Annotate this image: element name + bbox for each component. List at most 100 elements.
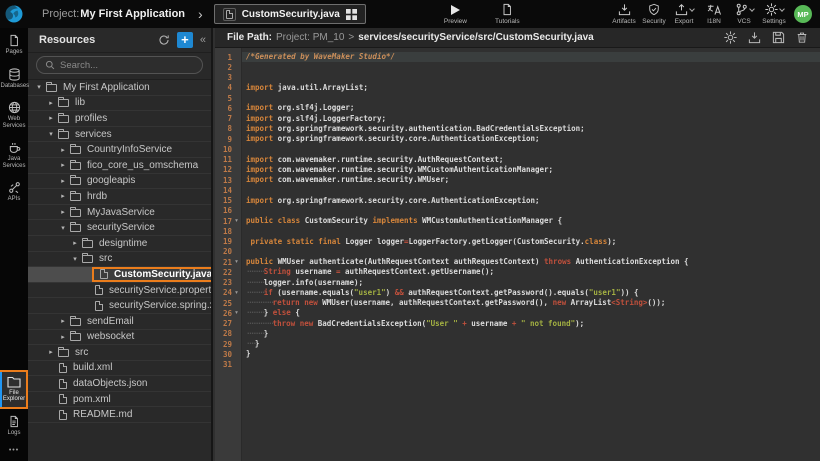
search-box[interactable]: [36, 56, 203, 74]
wavemaker-logo-icon[interactable]: [0, 0, 28, 28]
chevron-down-icon[interactable]: ▾: [46, 130, 56, 138]
code-line[interactable]: import com.wavemaker.runtime.security.Au…: [242, 155, 820, 165]
code-line[interactable]: [242, 73, 820, 83]
sidebar-item-file-explorer[interactable]: File Explorer: [0, 370, 28, 409]
add-resource-button[interactable]: +: [177, 32, 193, 48]
avatar[interactable]: MP: [794, 5, 812, 23]
code-line[interactable]: ········String username = authRequestCon…: [242, 267, 820, 277]
code-line[interactable]: import org.springframework.security.core…: [242, 134, 820, 144]
sidebar-item-apis[interactable]: APIs: [0, 175, 28, 209]
code-line[interactable]: public class CustomSecurity implements W…: [242, 216, 820, 226]
tree-item[interactable]: ▸CountryInfoService: [28, 142, 211, 158]
tree-item[interactable]: ▸profiles: [28, 111, 211, 127]
sidebar-item-web-services[interactable]: Web Services: [0, 95, 28, 135]
code-line[interactable]: import com.wavemaker.runtime.security.WM…: [242, 175, 820, 185]
code-line[interactable]: [242, 144, 820, 154]
code-line[interactable]: ········logger.info(username);: [242, 278, 820, 288]
tree-item[interactable]: ▸MyJavaService: [28, 205, 211, 221]
search-input[interactable]: [60, 60, 194, 71]
tree-item[interactable]: ▸src: [28, 345, 211, 361]
tree-item[interactable]: pom.xml: [28, 392, 211, 408]
sidebar-item-logs[interactable]: Logs: [0, 409, 28, 443]
chevron-right-icon[interactable]: ▸: [58, 177, 68, 185]
code-line[interactable]: }: [242, 349, 820, 359]
collapse-panel-icon[interactable]: «: [200, 34, 206, 46]
code-line[interactable]: ········if (username.equals("user1") && …: [242, 288, 820, 298]
code-line[interactable]: [242, 247, 820, 257]
tree-item[interactable]: ▾services: [28, 127, 211, 143]
chevron-right-icon[interactable]: ▸: [70, 239, 80, 247]
code-line[interactable]: public WMUser authenticate(AuthRequestCo…: [242, 257, 820, 267]
tree-item[interactable]: README.md: [28, 407, 211, 423]
code-line[interactable]: [242, 62, 820, 72]
chevron-right-icon[interactable]: ▸: [58, 161, 68, 169]
more-options-icon[interactable]: •••: [9, 442, 19, 461]
tree-item[interactable]: securityService.properties: [28, 283, 211, 299]
chevron-down-icon[interactable]: ▾: [70, 255, 80, 263]
chevron-right-icon[interactable]: ▸: [58, 333, 68, 341]
code-line[interactable]: /*Generated by WaveMaker Studio*/: [242, 52, 820, 62]
code-line[interactable]: [242, 185, 820, 195]
editor-settings-gear-icon[interactable]: [724, 31, 737, 44]
tree-item[interactable]: build.xml: [28, 361, 211, 377]
chevron-right-icon[interactable]: ▸: [58, 192, 68, 200]
tree-item[interactable]: ▾securityService: [28, 220, 211, 236]
tree-item[interactable]: securityService.spring.xml: [28, 298, 211, 314]
code-line[interactable]: ····}: [242, 339, 820, 349]
refresh-icon[interactable]: [158, 34, 170, 46]
code-line[interactable]: [242, 360, 820, 370]
tree-item[interactable]: ▸lib: [28, 96, 211, 112]
fold-marker-icon[interactable]: ▾: [232, 218, 241, 224]
tab-customsecurity-java[interactable]: CustomSecurity.java: [214, 4, 366, 24]
tree-item[interactable]: ▾My First Application: [28, 80, 211, 96]
chevron-right-icon[interactable]: ▸: [58, 317, 68, 325]
fold-marker-icon[interactable]: ▾: [232, 259, 241, 265]
export-button[interactable]: Export: [669, 3, 699, 25]
grid-icon[interactable]: [346, 9, 357, 20]
chevron-right-icon[interactable]: ▸: [46, 348, 56, 356]
code-line[interactable]: [242, 206, 820, 216]
code-line[interactable]: import java.util.ArrayList;: [242, 83, 820, 93]
tree-item[interactable]: CustomSecurity.java: [28, 267, 211, 283]
fold-marker-icon[interactable]: ▾: [232, 310, 241, 316]
tutorials-button[interactable]: Tutorials: [495, 3, 520, 25]
code-line[interactable]: import org.springframework.security.auth…: [242, 124, 820, 134]
artifacts-button[interactable]: Artifacts: [609, 3, 639, 25]
security-button[interactable]: Security: [639, 3, 669, 25]
code-line[interactable]: [242, 93, 820, 103]
save-icon[interactable]: [772, 31, 785, 44]
code-line[interactable]: ············return new WMUser(username, …: [242, 298, 820, 308]
code-line[interactable]: ········} else {: [242, 308, 820, 318]
code-line[interactable]: ············throw new BadCredentialsExce…: [242, 319, 820, 329]
import-file-icon[interactable]: [748, 31, 761, 44]
code-line[interactable]: import org.slf4j.Logger;: [242, 103, 820, 113]
preview-button[interactable]: Preview: [444, 4, 467, 25]
chevron-right-icon[interactable]: ▸: [58, 146, 68, 154]
fold-marker-icon[interactable]: ▾: [232, 290, 241, 296]
code-area[interactable]: 1234567891011121314151617▾18192021▾22232…: [215, 48, 820, 461]
code-line[interactable]: private static final Logger logger=Logge…: [242, 237, 820, 247]
delete-trash-icon[interactable]: [796, 31, 808, 44]
chevron-right-icon[interactable]: ▸: [46, 114, 56, 122]
code-line[interactable]: [242, 226, 820, 236]
tree-item[interactable]: ▸designtime: [28, 236, 211, 252]
settings-button[interactable]: Settings: [759, 3, 789, 25]
tree-item[interactable]: dataObjects.json: [28, 376, 211, 392]
chevron-down-icon[interactable]: ▾: [58, 224, 68, 232]
sidebar-item-databases[interactable]: Databases: [0, 62, 28, 96]
tree-item[interactable]: ▾src: [28, 252, 211, 268]
tree-item[interactable]: ▸sendEmail: [28, 314, 211, 330]
vcs-button[interactable]: VCS: [729, 3, 759, 25]
code-line[interactable]: import org.springframework.security.core…: [242, 196, 820, 206]
tree-item[interactable]: ▸fico_core_us_omschema: [28, 158, 211, 174]
chevron-down-icon[interactable]: ▾: [34, 83, 44, 91]
code-lines[interactable]: /*Generated by WaveMaker Studio*/ import…: [242, 48, 820, 461]
tree-item[interactable]: ▸websocket: [28, 330, 211, 346]
sidebar-item-java-services[interactable]: Java Services: [0, 135, 28, 175]
tree-item[interactable]: ▸hrdb: [28, 189, 211, 205]
code-line[interactable]: import org.slf4j.LoggerFactory;: [242, 114, 820, 124]
i18n-button[interactable]: I18N: [699, 3, 729, 25]
code-line[interactable]: ········}: [242, 329, 820, 339]
sidebar-item-pages[interactable]: Pages: [0, 28, 28, 62]
chevron-right-icon[interactable]: ▸: [46, 99, 56, 107]
